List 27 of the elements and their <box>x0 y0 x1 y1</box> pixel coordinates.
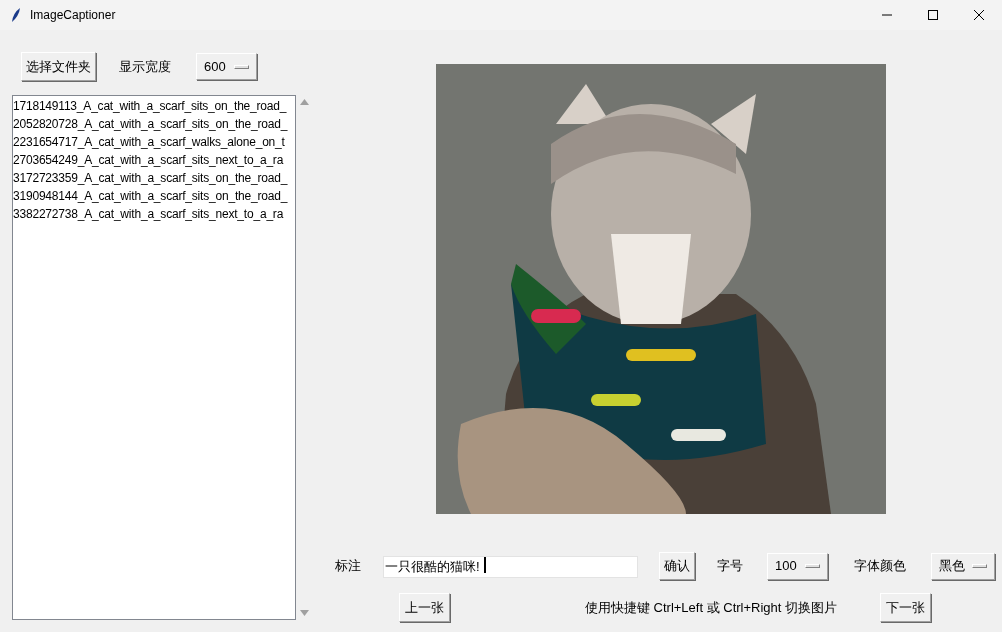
file-item[interactable]: 3190948144_A_cat_with_a_scarf_sits_on_the_road_ <box>13 187 295 205</box>
option-menu[interactable]: 600 <box>196 53 257 80</box>
font-color-label: 字体颜色 <box>854 557 906 576</box>
maximize-icon <box>928 10 938 20</box>
scroll-up-icon[interactable] <box>299 99 309 105</box>
shortcut-hint: 使用快捷键 Ctrl+Left 或 Ctrl+Right 切换图片 <box>583 598 839 617</box>
file-item[interactable]: 2052820728_A_cat_with_a_scarf_sits_on_the_road_ <box>13 115 295 133</box>
caption-field[interactable]: 一只很酷的猫咪! <box>383 556 638 578</box>
text-cursor-icon <box>484 557 486 573</box>
option-menu[interactable]: 黑色 <box>931 552 995 580</box>
close-icon <box>974 10 984 20</box>
confirm-button[interactable]: 确认 <box>659 552 695 580</box>
choose-folder-button[interactable]: 选择文件夹 <box>21 52 96 81</box>
window-title: ImageCaptioner <box>30 7 116 24</box>
file-item[interactable]: 1718149113_A_cat_with_a_scarf_sits_on_the_road_ <box>13 97 295 115</box>
scroll-down-icon[interactable] <box>299 610 309 616</box>
previous-button[interactable]: 上一张 <box>399 593 450 622</box>
next-button[interactable]: 下一张 <box>880 593 931 622</box>
font-size-label: 字号 <box>717 557 743 576</box>
option-menu[interactable]: 100 <box>767 552 828 580</box>
file-item[interactable]: 3382272738_A_cat_with_a_scarf_sits_next_to_a_ra <box>13 205 295 223</box>
file-item[interactable]: 3172723359_A_cat_with_a_scarf_sits_on_the_road_ <box>13 169 295 187</box>
feather-icon <box>10 7 22 23</box>
caption-label: 标注 <box>335 557 361 576</box>
file-item[interactable]: 2231654717_A_cat_with_a_scarf_walks_alone_on_t <box>13 133 295 151</box>
file-item[interactable]: 2703654249_A_cat_with_a_scarf_sits_next_to_a_ra <box>13 151 295 169</box>
display-width-label: 显示宽度 <box>119 57 171 76</box>
